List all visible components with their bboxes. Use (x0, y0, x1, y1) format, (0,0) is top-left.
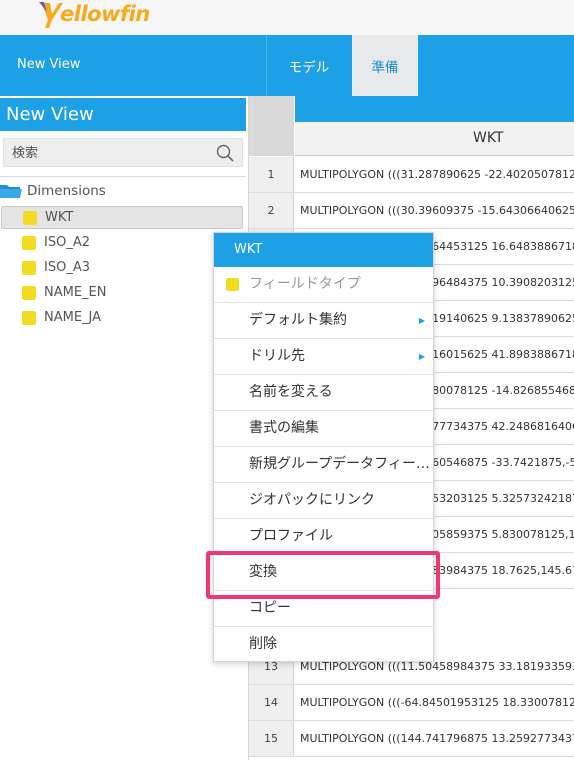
menu-item-profile[interactable]: プロファイル (214, 519, 433, 555)
search-box (3, 138, 243, 167)
menu-item-label: デフォルト集約 (249, 312, 347, 328)
menu-item-delete[interactable]: 削除 (214, 627, 433, 663)
menu-item-label: 名前を変える (249, 384, 333, 400)
menu-item-label: 新規グループデータフィー… (249, 456, 430, 472)
dimension-icon (23, 210, 37, 225)
table-cell[interactable]: MULTIPOLYGON (((-64.84501953125 18.33007… (300, 685, 574, 720)
menu-item-label: 変換 (249, 564, 277, 580)
menu-item-link-geopack[interactable]: ジオパックにリンク (214, 483, 433, 519)
row-number: 14 (249, 685, 294, 720)
grid-header-band (295, 96, 574, 122)
panel-title: New View (0, 98, 246, 131)
tab-model[interactable]: モデル (267, 35, 351, 96)
search-input[interactable] (12, 143, 207, 163)
menu-item-field-type: フィールドタイプ (214, 267, 433, 303)
dimension-icon (22, 260, 36, 275)
menu-item-label: ドリル先 (249, 348, 305, 364)
yellowfin-logo: ellowfin (38, 0, 168, 34)
submenu-arrow-icon: ▶ (418, 316, 425, 325)
folder-label: Dimensions (27, 183, 106, 199)
field-item-wkt[interactable]: WKT (1, 206, 243, 229)
field-item-name-ja[interactable]: NAME_JA (1, 306, 243, 329)
field-label: ISO_A3 (44, 260, 90, 275)
tab-prepare[interactable]: 準備 (352, 35, 418, 96)
menu-item-label: フィールドタイプ (249, 276, 361, 292)
field-panel: New View Dimensions WKT ISO_A2 IS (0, 96, 249, 760)
table-row: 15 MULTIPOLYGON (((144.741796875 13.2592… (249, 721, 574, 757)
table-cell[interactable]: MULTIPOLYGON (((144.741796875 13.2592773… (300, 721, 574, 756)
menu-item-label: 削除 (249, 636, 277, 652)
field-label: WKT (45, 210, 74, 225)
table-row: 14 MULTIPOLYGON (((-64.84501953125 18.33… (249, 685, 574, 721)
menu-item-new-group-field[interactable]: 新規グループデータフィー… (214, 447, 433, 483)
menu-item-copy[interactable]: コピー (214, 591, 433, 627)
menu-item-rename[interactable]: 名前を変える (214, 375, 433, 411)
view-header: New View モデル 準備 (0, 35, 574, 96)
divider (0, 176, 246, 177)
menu-item-label: プロファイル (249, 528, 333, 544)
menu-title: WKT (214, 233, 433, 267)
row-number: 2 (249, 193, 294, 228)
logo-bar: ellowfin (0, 0, 574, 35)
dimension-icon (226, 278, 239, 291)
menu-item-default-aggregation[interactable]: デフォルト集約 ▶ (214, 303, 433, 339)
search-icon[interactable] (216, 144, 234, 162)
menu-item-label: 書式の編集 (249, 420, 319, 436)
field-label: ISO_A2 (44, 235, 90, 250)
table-cell[interactable]: MULTIPOLYGON (((31.287890625 -22.4020507… (300, 157, 574, 192)
table-row: 2 MULTIPOLYGON (((30.39609375 -15.643066… (249, 193, 574, 229)
column-header-wkt[interactable]: WKT (295, 122, 574, 156)
view-title: New View (17, 57, 81, 72)
grid-corner (249, 96, 294, 156)
menu-item-drill-to[interactable]: ドリル先 ▶ (214, 339, 433, 375)
folder-dimensions[interactable]: Dimensions (0, 180, 106, 202)
dimension-icon (22, 310, 36, 325)
dimension-icon (22, 285, 36, 300)
field-label: NAME_JA (44, 310, 102, 325)
field-item-iso-a3[interactable]: ISO_A3 (1, 256, 243, 279)
logo-text: ellowfin (60, 2, 150, 26)
row-number: 15 (249, 721, 294, 756)
table-row: 1 MULTIPOLYGON (((31.287890625 -22.40205… (249, 157, 574, 193)
submenu-arrow-icon: ▶ (418, 352, 425, 361)
menu-item-edit-format[interactable]: 書式の編集 (214, 411, 433, 447)
field-context-menu: WKT フィールドタイプ デフォルト集約 ▶ ドリル先 ▶ 名前を変える 書式の… (213, 232, 434, 662)
dimension-icon (22, 235, 36, 250)
folder-icon (0, 185, 22, 198)
menu-item-label: ジオパックにリンク (249, 492, 375, 508)
field-label: NAME_EN (44, 285, 107, 300)
field-item-name-en[interactable]: NAME_EN (1, 281, 243, 304)
menu-item-transform[interactable]: 変換 (214, 555, 433, 591)
column-header-label: WKT (473, 130, 504, 146)
field-item-iso-a2[interactable]: ISO_A2 (1, 231, 243, 254)
table-cell[interactable]: MULTIPOLYGON (((30.39609375 -15.64306640… (300, 193, 574, 228)
app-window: ellowfin New View モデル 準備 New View Dimens… (0, 0, 574, 760)
row-number: 1 (249, 157, 294, 192)
menu-item-label: コピー (249, 600, 291, 616)
